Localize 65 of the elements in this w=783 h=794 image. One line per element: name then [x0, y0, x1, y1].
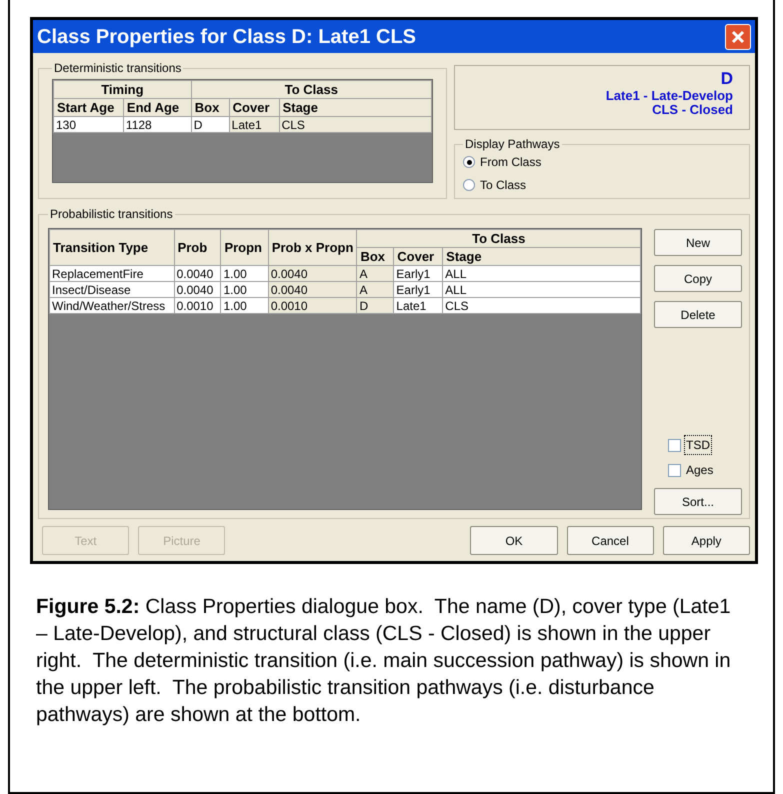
table-cell: ReplacementFire — [50, 266, 174, 282]
group-title: Deterministic transitions — [53, 60, 182, 77]
column-header: Transition Type — [50, 230, 174, 266]
radio-button[interactable] — [463, 179, 475, 191]
dialog-button[interactable]: Cancel — [566, 526, 654, 555]
action-button[interactable]: New — [654, 229, 742, 256]
column-group-header: To Class — [356, 230, 640, 248]
class-name: D — [720, 69, 733, 89]
table-cell: 1.00 — [220, 282, 268, 298]
radio-button[interactable] — [463, 156, 475, 168]
table-cell: 1.00 — [220, 298, 268, 314]
column-group-header: Timing — [54, 80, 192, 98]
action-button[interactable]: Copy — [654, 265, 742, 292]
column-header: Box — [356, 248, 394, 266]
table-cell: 1128 — [123, 116, 192, 132]
sort-button[interactable]: Sort... — [654, 488, 742, 515]
group-title: Probabilistic transitions — [49, 206, 174, 223]
column-header: Box — [191, 98, 230, 116]
column-header: Stage — [442, 248, 640, 266]
table-cell: 130 — [54, 116, 124, 132]
radio-label: To Class — [480, 177, 526, 194]
table-cell: Late1 — [229, 116, 280, 132]
dialog-button[interactable]: Apply — [662, 526, 750, 555]
group-title: Display Pathways — [464, 136, 561, 153]
table-cell: Early1 — [394, 282, 443, 298]
checkbox-label: Ages — [685, 462, 714, 479]
table-cell: ALL — [442, 282, 640, 298]
column-group-header: To Class — [191, 80, 432, 98]
table-cell: Early1 — [394, 266, 443, 282]
dialog-button[interactable]: OK — [470, 526, 558, 555]
figure-caption: Figure 5.2: Class Properties dialogue box. The name (D), cover type (Late1 – Late-Develop), and structural class (CLS - Closed) is shown in the upper right. The deterministic transition (i.e. main succession pathway) is shown in the upper left. The probabilistic transition pathways (i.e. disturbance pathways) are shown at the bottom. — [36, 594, 732, 728]
table-cell: 0.0010 — [268, 298, 357, 314]
table-cell: 0.0040 — [268, 282, 357, 298]
table-cell: 0.0040 — [268, 266, 357, 282]
table-cell: ALL — [442, 266, 640, 282]
table-cell: Wind/Weather/Stress — [50, 298, 174, 314]
table-cell: CLS — [279, 116, 432, 132]
table-cell: D — [191, 116, 230, 132]
radio-label: From Class — [480, 154, 542, 171]
checkbox-label: TSD — [684, 435, 712, 455]
window-title: Class Properties for Class D: Late1 CLS — [37, 24, 416, 50]
column-header: Start Age — [54, 98, 124, 116]
table-cell: 0.0010 — [174, 298, 221, 314]
table-cell: 1.00 — [220, 266, 268, 282]
column-header: Cover — [229, 98, 280, 116]
column-header: Stage — [279, 98, 432, 116]
checkbox[interactable] — [668, 464, 681, 476]
table-cell: Late1 — [394, 298, 443, 314]
column-header: Cover — [394, 248, 443, 266]
table-cell: Insect/Disease — [50, 282, 174, 298]
close-icon[interactable] — [725, 24, 751, 50]
table-cell: D — [356, 298, 394, 314]
table-cell: 0.0040 — [174, 266, 221, 282]
column-header: End Age — [123, 98, 192, 116]
table-cell: CLS — [442, 298, 640, 314]
action-button[interactable]: Delete — [654, 301, 742, 328]
column-header: Prob — [174, 230, 221, 266]
table-cell: A — [356, 266, 394, 282]
checkbox[interactable] — [668, 438, 681, 452]
table-cell: 0.0040 — [174, 282, 221, 298]
cover-type: Late1 - Late-Develop — [606, 89, 733, 103]
column-header: Prob x Propn — [268, 230, 357, 266]
column-header: Propn — [220, 230, 268, 266]
structural-stage: CLS - Closed — [652, 103, 733, 117]
table-cell: A — [356, 282, 394, 298]
